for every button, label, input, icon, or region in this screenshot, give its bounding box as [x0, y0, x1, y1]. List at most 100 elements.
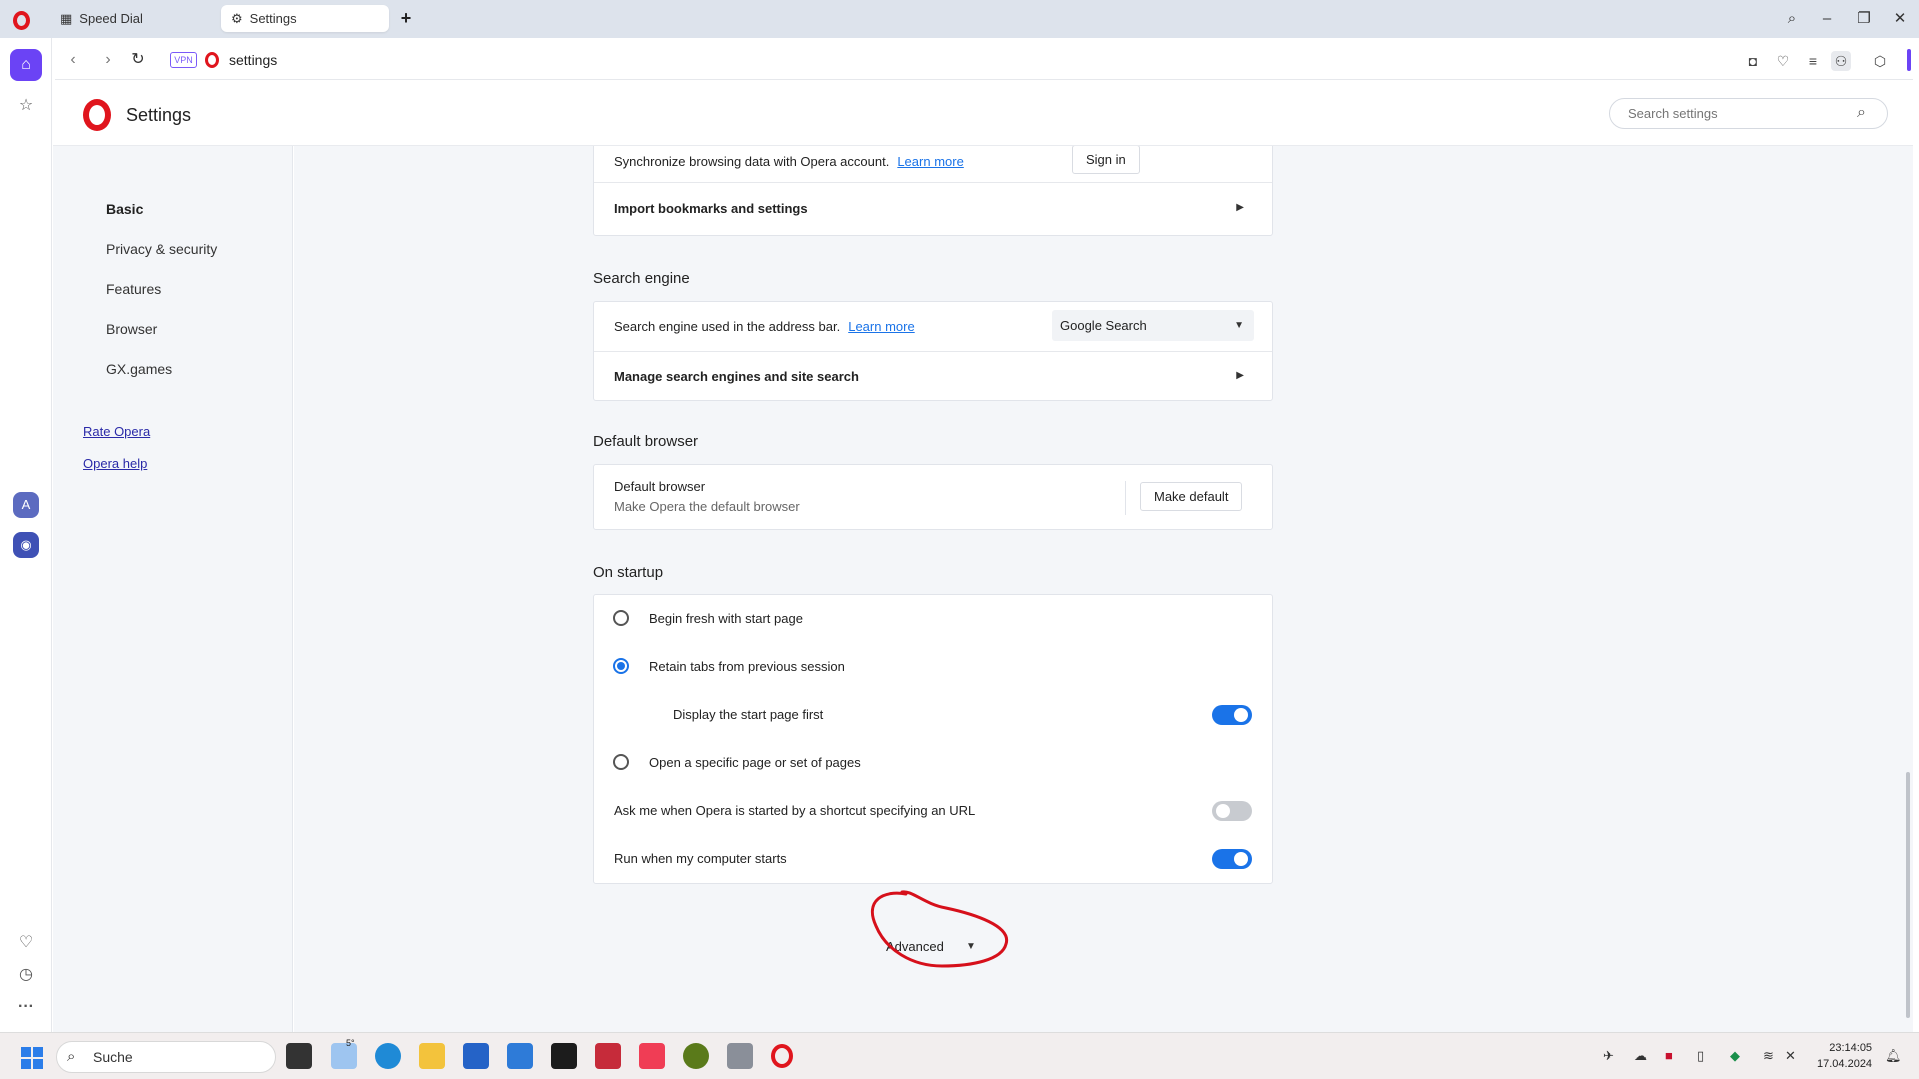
manage-search-engines-row[interactable]: Manage search engines and site search ▶	[594, 351, 1272, 401]
on-startup-title: On startup	[593, 564, 664, 581]
sync-row: Synchronize browsing data with Opera acc…	[594, 146, 1272, 181]
messenger-icon[interactable]: ◉	[13, 532, 39, 558]
settings-nav: Basic Privacy & security Features Browse…	[53, 146, 293, 1032]
forward-arrow-icon[interactable]: ›	[98, 50, 118, 70]
edge-icon[interactable]	[375, 1043, 401, 1069]
scrollbar-thumb[interactable]	[1906, 772, 1910, 1018]
search-settings-input[interactable]	[1609, 98, 1888, 129]
rate-opera-link[interactable]: Rate Opera	[83, 424, 150, 439]
import-row[interactable]: Import bookmarks and settings ▶	[594, 182, 1272, 236]
radio-specific-page[interactable]	[613, 754, 629, 770]
begin-fresh-label: Begin fresh with start page	[649, 611, 803, 626]
search-engine-learn-more-link[interactable]: Learn more	[848, 319, 914, 334]
sidebar-toggle-indicator[interactable]	[1907, 49, 1911, 71]
ask-shortcut-toggle[interactable]	[1212, 801, 1252, 821]
music-app-icon[interactable]	[639, 1043, 665, 1069]
settings-header: Settings ⌕	[53, 81, 1913, 146]
file-explorer-icon[interactable]	[419, 1043, 445, 1069]
sign-in-button[interactable]: Sign in	[1072, 146, 1140, 174]
easy-setup-icon[interactable]: ≡	[1803, 51, 1823, 71]
game-app-icon[interactable]	[683, 1043, 709, 1069]
sync-card: Synchronize browsing data with Opera acc…	[593, 146, 1273, 236]
snipping-tool-icon[interactable]	[595, 1043, 621, 1069]
taskbar-search[interactable]: Suche	[56, 1041, 276, 1073]
search-engine-description: Search engine used in the address bar.	[614, 319, 841, 334]
task-view-icon[interactable]	[286, 1043, 312, 1069]
nav-item-gx-games[interactable]: GX.games	[106, 361, 172, 377]
history-clock-icon[interactable]: ◷	[10, 959, 42, 991]
opera-taskbar-icon[interactable]	[771, 1044, 793, 1068]
run-on-start-toggle[interactable]	[1212, 849, 1252, 869]
opera-logo-icon	[83, 99, 111, 131]
more-dots-icon[interactable]: ···	[10, 991, 42, 1023]
new-tab-plus-icon[interactable]: +	[397, 9, 415, 28]
retain-tabs-label: Retain tabs from previous session	[649, 659, 845, 674]
onedrive-icon[interactable]: ☁	[1634, 1048, 1647, 1064]
specific-page-label: Open a specific page or set of pages	[649, 755, 861, 770]
minimize-icon[interactable]: –	[1816, 9, 1838, 31]
search-engine-title: Search engine	[593, 270, 690, 287]
tab-label: Settings	[249, 11, 297, 26]
network-tool-icon[interactable]	[727, 1043, 753, 1069]
divider	[1125, 481, 1126, 515]
tray-app-icon[interactable]: ✈	[1603, 1048, 1614, 1064]
tab-settings[interactable]: ⚙ Settings	[221, 5, 389, 32]
tab-speed-dial[interactable]: ▦ Speed Dial	[50, 5, 216, 32]
tab-strip: ▦ Speed Dial ⚙ Settings + ⌕ – ❐ ✕	[0, 0, 1919, 38]
aria-ai-icon[interactable]: A	[13, 492, 39, 518]
vpn-badge[interactable]: VPN	[170, 52, 197, 68]
amd-icon[interactable]: ■	[1665, 1048, 1673, 1063]
address-input[interactable]: settings	[229, 52, 277, 68]
home-icon[interactable]: ⌂	[10, 49, 42, 81]
sync-text: Synchronize browsing data with Opera acc…	[614, 154, 964, 169]
search-engine-select[interactable]: Google Search ▼	[1052, 310, 1254, 341]
store-icon[interactable]	[463, 1043, 489, 1069]
windows-start-icon[interactable]	[21, 1047, 43, 1069]
grid-icon: ▦	[60, 10, 73, 26]
star-icon[interactable]: ☆	[10, 90, 42, 122]
camera-snapshot-icon[interactable]: ◘	[1743, 51, 1763, 71]
red-annotation-circle	[870, 890, 1009, 968]
radio-begin-fresh[interactable]	[613, 610, 629, 626]
nav-item-basic[interactable]: Basic	[106, 201, 143, 217]
sync-learn-more-link[interactable]: Learn more	[897, 154, 963, 169]
taskbar-clock[interactable]: 23:14:05 17.04.2024	[1817, 1040, 1872, 1072]
restore-icon[interactable]: ❐	[1853, 9, 1875, 31]
security-shield-icon[interactable]: ◆	[1730, 1048, 1740, 1064]
speaker-muted-icon[interactable]: ✕	[1785, 1048, 1796, 1064]
notification-bell-icon[interactable]: 🔔︎	[1885, 1048, 1902, 1064]
search-icon[interactable]: ⌕	[1857, 104, 1866, 122]
nav-item-browser[interactable]: Browser	[106, 321, 157, 337]
address-bar: ‹ › ↻ VPN settings ◘ ♡ ≡ ⚇ ⬡	[55, 40, 1913, 80]
display-start-page-toggle[interactable]	[1212, 705, 1252, 725]
default-browser-card: Default browser Make Opera the default b…	[593, 464, 1273, 530]
battery-icon[interactable]: ▯	[1697, 1048, 1704, 1064]
opera-menu-icon[interactable]	[13, 11, 30, 30]
default-browser-sub: Make Opera the default browser	[614, 499, 800, 514]
import-label: Import bookmarks and settings	[614, 201, 808, 216]
make-default-button[interactable]: Make default	[1140, 482, 1243, 511]
ask-shortcut-label: Ask me when Opera is started by a shortc…	[614, 803, 976, 818]
page-title: Settings	[126, 105, 192, 125]
nav-item-features[interactable]: Features	[106, 281, 161, 297]
reload-icon[interactable]: ↻	[128, 50, 148, 70]
opera-help-link[interactable]: Opera help	[83, 456, 147, 471]
search-tabs-icon[interactable]: ⌕	[1781, 9, 1803, 31]
calendar-icon[interactable]	[507, 1043, 533, 1069]
tab-label: Speed Dial	[79, 11, 143, 26]
search-icon: ⌕	[67, 1048, 76, 1065]
search-engine-selected: Google Search	[1060, 318, 1147, 333]
radio-retain-tabs[interactable]	[613, 658, 629, 674]
back-arrow-icon[interactable]: ‹	[63, 50, 83, 70]
wifi-icon[interactable]: ≋	[1763, 1048, 1774, 1064]
profile-icon[interactable]: ⚇	[1831, 51, 1851, 71]
run-on-start-label: Run when my computer starts	[614, 851, 787, 866]
display-start-page-label: Display the start page first	[673, 707, 824, 722]
sticky-notes-icon[interactable]	[551, 1043, 577, 1069]
nav-item-privacy[interactable]: Privacy & security	[106, 241, 217, 257]
extensions-cube-icon[interactable]: ⬡	[1870, 51, 1890, 71]
heart-icon[interactable]: ♡	[10, 927, 42, 959]
search-engine-row: Search engine used in the address bar. Le…	[594, 302, 1272, 350]
close-icon[interactable]: ✕	[1889, 9, 1911, 31]
heart-bookmark-icon[interactable]: ♡	[1773, 51, 1793, 71]
